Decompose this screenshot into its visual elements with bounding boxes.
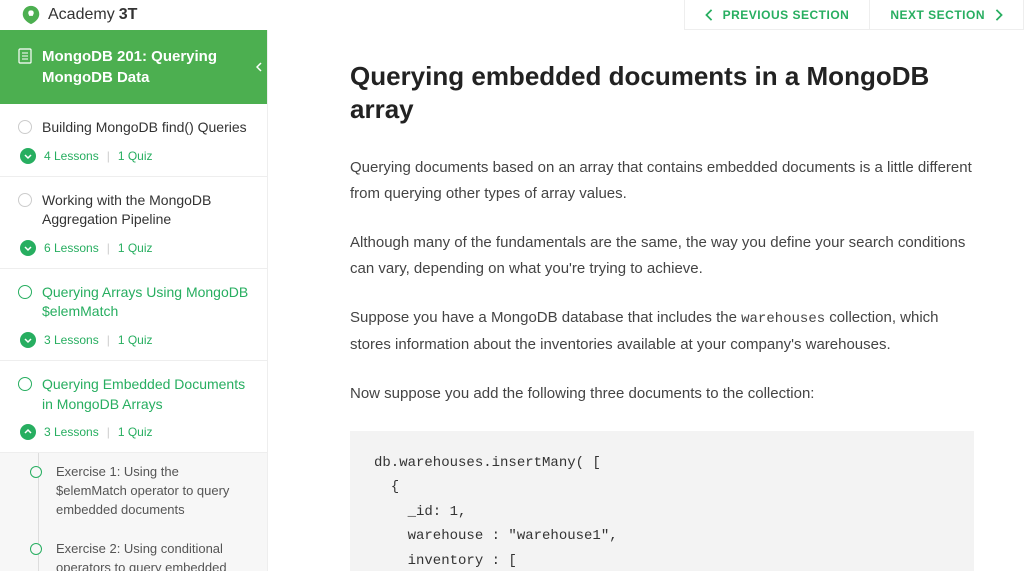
sidebar-section: Working with the MongoDB Aggregation Pip… bbox=[0, 177, 267, 269]
section-title-label: Building MongoDB find() Queries bbox=[42, 118, 247, 138]
progress-radio-icon bbox=[30, 466, 42, 478]
sidebar-section: Querying Embedded Documents in MongoDB A… bbox=[0, 361, 267, 453]
progress-radio-icon bbox=[18, 120, 32, 134]
section-meta: 6 Lessons | 1 Quiz bbox=[20, 240, 249, 256]
sidebar-section: Building MongoDB find() Queries 4 Lessons… bbox=[0, 104, 267, 177]
document-icon bbox=[18, 48, 32, 64]
chevron-down-icon[interactable] bbox=[20, 332, 36, 348]
lessons-count: 4 Lessons bbox=[44, 149, 99, 163]
collapse-sidebar-button[interactable] bbox=[250, 49, 268, 85]
sublesson-label: Exercise 1: Using the $elemMatch operato… bbox=[56, 463, 249, 520]
separator: | bbox=[107, 241, 110, 255]
chevron-left-icon bbox=[256, 62, 262, 72]
paragraph: Querying documents based on an array tha… bbox=[350, 155, 974, 206]
lessons-count: 3 Lessons bbox=[44, 333, 99, 347]
previous-section-button[interactable]: PREVIOUS SECTION bbox=[684, 0, 870, 30]
section-title[interactable]: Building MongoDB find() Queries bbox=[18, 118, 249, 138]
sidebar-section: Querying Arrays Using MongoDB $elemMatch… bbox=[0, 269, 267, 361]
main-content: Querying embedded documents in a MongoDB… bbox=[268, 30, 1024, 571]
quiz-count: 1 Quiz bbox=[118, 333, 153, 347]
paragraph: Although many of the fundamentals are th… bbox=[350, 230, 974, 281]
section-meta: 4 Lessons | 1 Quiz bbox=[20, 148, 249, 164]
section-title[interactable]: Querying Arrays Using MongoDB $elemMatch bbox=[18, 283, 249, 322]
next-section-button[interactable]: NEXT SECTION bbox=[869, 0, 1024, 30]
section-title[interactable]: Querying Embedded Documents in MongoDB A… bbox=[18, 375, 249, 414]
code-block: db.warehouses.insertMany( [ { _id: 1, wa… bbox=[350, 431, 974, 571]
section-title[interactable]: Working with the MongoDB Aggregation Pip… bbox=[18, 191, 249, 230]
sublesson-item[interactable]: Exercise 1: Using the $elemMatch operato… bbox=[0, 453, 267, 530]
chevron-down-icon[interactable] bbox=[20, 148, 36, 164]
sublessons-list: Exercise 1: Using the $elemMatch operato… bbox=[0, 453, 267, 571]
progress-radio-icon bbox=[18, 377, 32, 391]
chevron-down-icon[interactable] bbox=[20, 240, 36, 256]
chevron-left-icon bbox=[705, 9, 713, 21]
sidebar: MongoDB 201: Querying MongoDB Data Build… bbox=[0, 30, 268, 571]
section-title-label: Working with the MongoDB Aggregation Pip… bbox=[42, 191, 249, 230]
quiz-count: 1 Quiz bbox=[118, 241, 153, 255]
paragraph: Now suppose you add the following three … bbox=[350, 381, 974, 407]
progress-radio-icon bbox=[18, 285, 32, 299]
section-title-label: Querying Embedded Documents in MongoDB A… bbox=[42, 375, 249, 414]
separator: | bbox=[107, 149, 110, 163]
paragraph: Suppose you have a MongoDB database that… bbox=[350, 305, 974, 357]
separator: | bbox=[107, 425, 110, 439]
lessons-count: 3 Lessons bbox=[44, 425, 99, 439]
progress-radio-icon bbox=[30, 543, 42, 555]
brand-name-bold: 3T bbox=[119, 6, 138, 24]
brand-logo[interactable]: Academy 3T bbox=[20, 4, 137, 26]
article-title: Querying embedded documents in a MongoDB… bbox=[350, 60, 974, 125]
section-meta: 3 Lessons | 1 Quiz bbox=[20, 332, 249, 348]
section-meta: 3 Lessons | 1 Quiz bbox=[20, 424, 249, 440]
progress-radio-icon bbox=[18, 193, 32, 207]
lessons-count: 6 Lessons bbox=[44, 241, 99, 255]
course-title: MongoDB 201: Querying MongoDB Data bbox=[42, 46, 249, 88]
inline-code: warehouses bbox=[741, 311, 825, 327]
brand-name-light: Academy bbox=[48, 6, 115, 24]
quiz-count: 1 Quiz bbox=[118, 149, 153, 163]
sublesson-item[interactable]: Exercise 2: Using conditional operators … bbox=[0, 530, 267, 571]
course-header[interactable]: MongoDB 201: Querying MongoDB Data bbox=[0, 30, 267, 104]
sublesson-label: Exercise 2: Using conditional operators … bbox=[56, 540, 249, 571]
chevron-up-icon[interactable] bbox=[20, 424, 36, 440]
leaf-icon bbox=[20, 4, 42, 26]
separator: | bbox=[107, 333, 110, 347]
section-title-label: Querying Arrays Using MongoDB $elemMatch bbox=[42, 283, 249, 322]
quiz-count: 1 Quiz bbox=[118, 425, 153, 439]
chevron-right-icon bbox=[995, 9, 1003, 21]
